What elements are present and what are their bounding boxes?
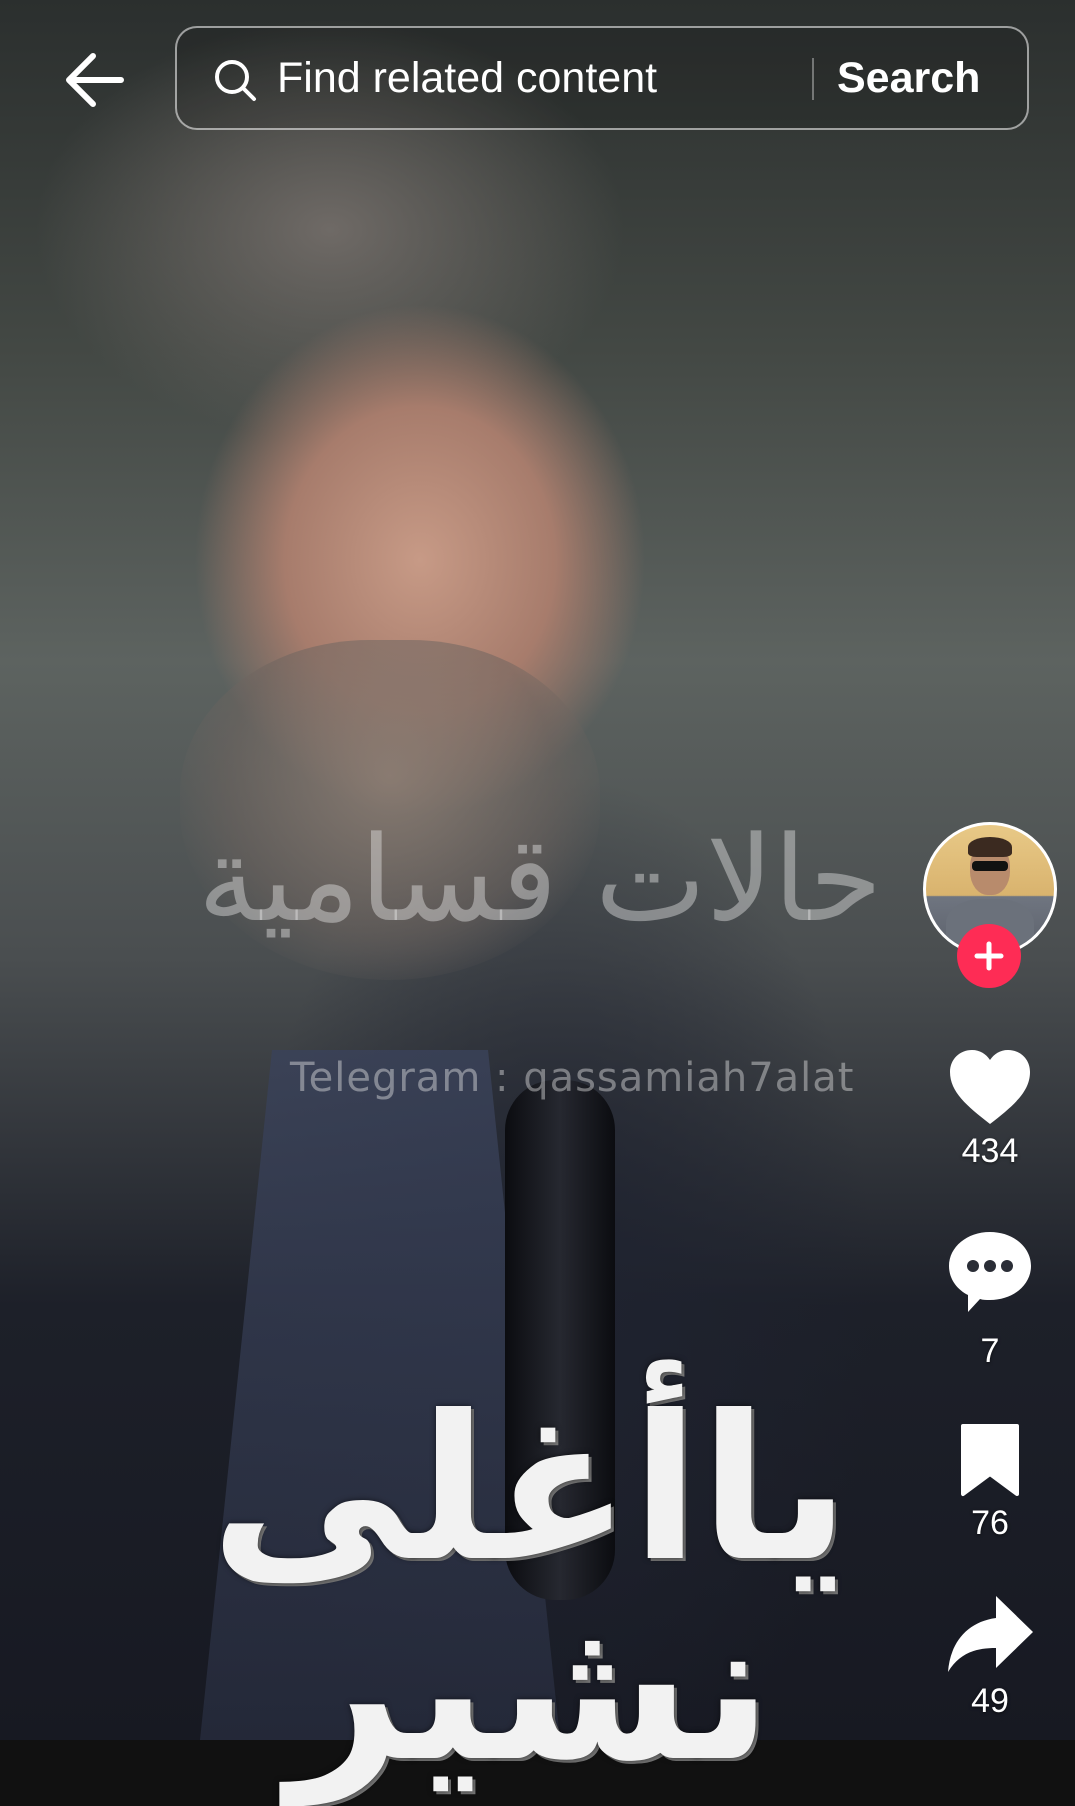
plus-icon bbox=[974, 941, 1004, 971]
like-button[interactable]: 434 bbox=[940, 1048, 1040, 1171]
save-button[interactable]: 76 bbox=[940, 1422, 1040, 1543]
share-count: 49 bbox=[971, 1682, 1009, 1720]
search-button[interactable]: Search bbox=[837, 48, 1012, 108]
follow-button[interactable] bbox=[957, 924, 1021, 988]
share-arrow-icon bbox=[948, 1596, 1033, 1672]
back-button[interactable] bbox=[55, 45, 135, 115]
like-count: 434 bbox=[961, 1132, 1019, 1170]
search-divider bbox=[812, 58, 814, 100]
comment-icon bbox=[949, 1232, 1031, 1312]
share-button[interactable]: 49 bbox=[940, 1592, 1040, 1721]
video-caption: ياأغلى نشير bbox=[210, 1373, 850, 1806]
comment-button[interactable]: 7 bbox=[940, 1228, 1040, 1371]
watermark-telegram: Telegram : qassamiah7alat bbox=[290, 1055, 855, 1101]
search-icon bbox=[215, 60, 256, 101]
heart-icon bbox=[950, 1050, 1030, 1124]
bookmark-icon bbox=[961, 1424, 1019, 1496]
save-count: 76 bbox=[971, 1504, 1009, 1542]
search-input[interactable]: Find related content bbox=[277, 48, 797, 108]
search-bar[interactable]: Find related content Search bbox=[175, 26, 1029, 130]
back-arrow-icon bbox=[66, 53, 124, 107]
watermark-arabic: حالات قسامية bbox=[197, 810, 883, 948]
comment-count: 7 bbox=[980, 1332, 1000, 1370]
